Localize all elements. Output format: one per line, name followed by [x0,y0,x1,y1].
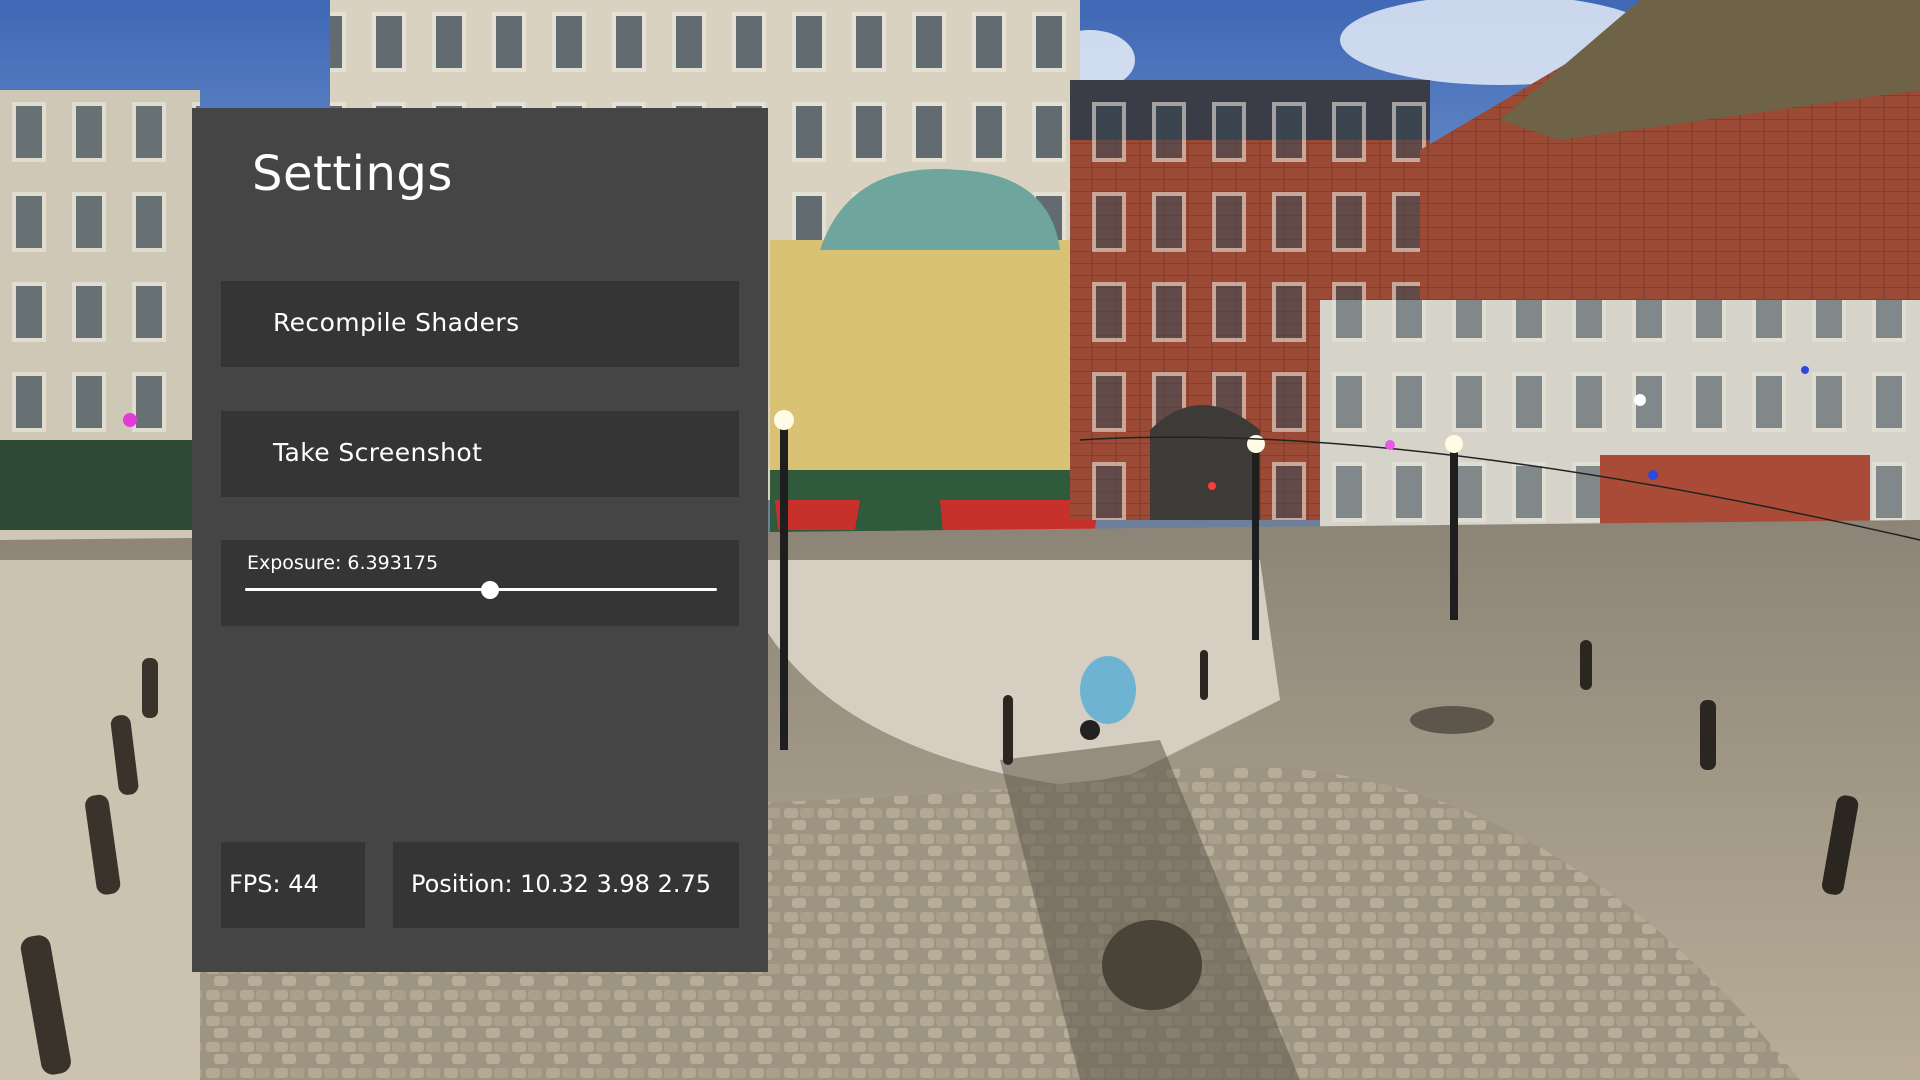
exposure-label: Exposure: 6.393175 [247,552,439,574]
position-text: Position: 10.32 3.98 2.75 [411,870,711,898]
fps-text: FPS: 44 [229,870,319,898]
recompile-shaders-label: Recompile Shaders [273,308,520,337]
exposure-slider-handle[interactable] [481,581,500,599]
settings-panel: Settings Recompile Shaders Take Screensh… [192,108,768,972]
fps-counter: FPS: 44 [221,842,365,928]
recompile-shaders-button[interactable]: Recompile Shaders [221,281,739,367]
exposure-slider[interactable] [245,578,717,602]
settings-title: Settings [252,146,453,202]
take-screenshot-button[interactable]: Take Screenshot [221,411,739,497]
take-screenshot-label: Take Screenshot [273,438,483,467]
exposure-control: Exposure: 6.393175 [221,540,739,626]
camera-position-readout: Position: 10.32 3.98 2.75 [393,842,739,928]
